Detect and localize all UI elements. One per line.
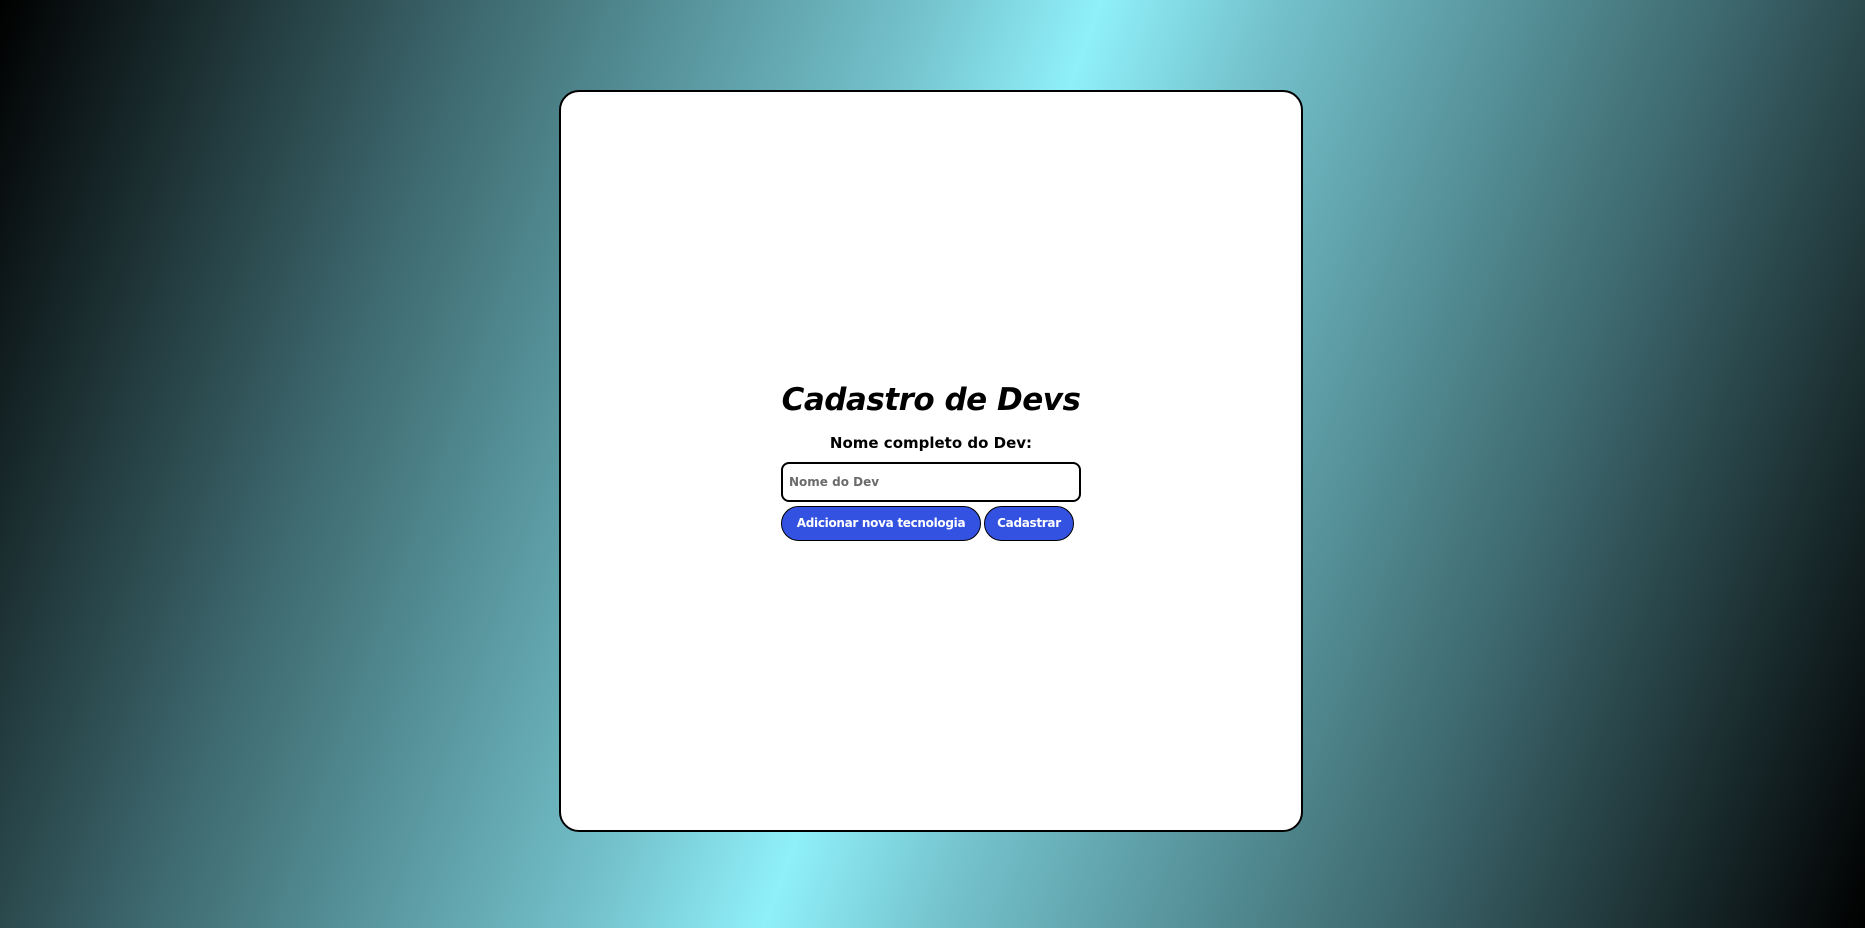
name-label: Nome completo do Dev: xyxy=(829,433,1033,452)
button-row: Adicionar nova tecnologia Cadastrar xyxy=(781,505,1081,541)
register-button[interactable]: Cadastrar xyxy=(984,505,1074,541)
page-title: Cadastro de Devs xyxy=(781,381,1081,418)
form-card: Cadastro de Devs Nome completo do Dev: A… xyxy=(559,90,1303,832)
dev-name-input[interactable] xyxy=(781,461,1081,502)
dev-registration-form: Cadastro de Devs Nome completo do Dev: A… xyxy=(781,382,1081,541)
add-technology-button[interactable]: Adicionar nova tecnologia xyxy=(781,505,981,541)
